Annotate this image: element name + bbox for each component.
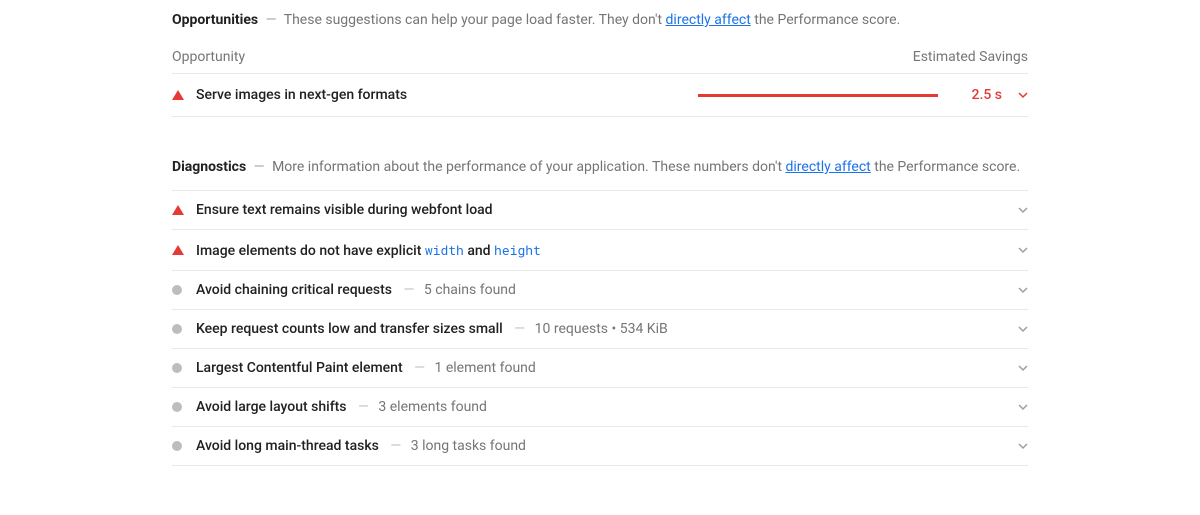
opportunities-desc-post: the Performance score.	[751, 12, 900, 28]
opportunities-header: Opportunities — These suggestions can he…	[172, 10, 1028, 31]
chevron-down-icon	[1018, 285, 1028, 295]
triangle-red-icon	[172, 90, 184, 100]
diagnostic-row[interactable]: Avoid large layout shifts — 3 elements f…	[172, 388, 1028, 427]
chevron-down-icon	[1018, 245, 1028, 255]
diagnostic-detail: 5 chains found	[424, 282, 516, 298]
opportunities-directly-affect-link[interactable]: directly affect	[666, 12, 751, 28]
dash-separator: —	[390, 438, 401, 454]
savings-value: 2.5 s	[944, 87, 1002, 103]
diagnostics-directly-affect-link[interactable]: directly affect	[786, 159, 871, 175]
expand-chevron-col	[1008, 90, 1028, 100]
diagnostic-row[interactable]: Avoid chaining critical requests — 5 cha…	[172, 271, 1028, 310]
diagnostic-detail: 1 element found	[435, 360, 536, 376]
diagnostic-title: Largest Contentful Paint element	[196, 360, 403, 376]
opportunities-column-headers: Opportunity Estimated Savings	[172, 43, 1028, 73]
chevron-down-icon	[1018, 324, 1028, 334]
diagnostic-title: Ensure text remains visible during webfo…	[196, 202, 493, 218]
dot-gray-icon	[172, 363, 182, 373]
diagnostic-row[interactable]: Largest Contentful Paint element — 1 ele…	[172, 349, 1028, 388]
code-height: height	[494, 241, 541, 259]
opportunities-title: Opportunities	[172, 12, 258, 28]
diagnostic-title: Avoid chaining critical requests	[196, 282, 392, 298]
diagnostic-detail: 3 elements found	[378, 399, 487, 415]
diagnostics-desc-post: the Performance score.	[871, 159, 1020, 175]
diagnostic-row[interactable]: Ensure text remains visible during webfo…	[172, 191, 1028, 230]
col-header-savings: Estimated Savings	[913, 49, 1028, 65]
diagnostic-title-pre: Image elements do not have explicit	[196, 243, 425, 259]
dot-gray-icon	[172, 402, 182, 412]
opportunity-row[interactable]: Serve images in next-gen formats 2.5 s	[172, 74, 1028, 117]
chevron-down-icon	[1018, 441, 1028, 451]
diagnostic-detail: 10 requests • 534 KiB	[535, 321, 668, 337]
dash-separator: —	[254, 159, 265, 175]
diagnostics-title: Diagnostics	[172, 159, 246, 175]
dash-separator: —	[403, 282, 414, 298]
diagnostic-row[interactable]: Keep request counts low and transfer siz…	[172, 310, 1028, 349]
dash-separator: —	[358, 399, 369, 415]
diagnostics-header: Diagnostics — More information about the…	[172, 157, 1028, 178]
diagnostic-detail: 3 long tasks found	[411, 438, 526, 454]
diagnostics-desc-pre: More information about the performance o…	[272, 159, 785, 175]
dot-gray-icon	[172, 285, 182, 295]
dot-gray-icon	[172, 324, 182, 334]
diagnostic-row[interactable]: Avoid long main-thread tasks — 3 long ta…	[172, 427, 1028, 466]
diagnostic-title: Avoid long main-thread tasks	[196, 438, 379, 454]
code-width: width	[425, 241, 464, 259]
severity-icon-col	[172, 90, 196, 100]
chevron-down-icon	[1018, 363, 1028, 373]
diagnostic-title: Avoid large layout shifts	[196, 399, 347, 415]
dash-separator: —	[414, 360, 425, 376]
dot-gray-icon	[172, 441, 182, 451]
col-header-opportunity: Opportunity	[172, 49, 245, 65]
savings-bar-wrap	[698, 94, 938, 97]
dash-separator: —	[514, 321, 525, 337]
chevron-down-icon	[1018, 402, 1028, 412]
chevron-down-icon	[1018, 205, 1028, 215]
chevron-down-icon	[1018, 90, 1028, 100]
triangle-red-icon	[172, 245, 184, 255]
diagnostic-title: Keep request counts low and transfer siz…	[196, 321, 503, 337]
opportunity-title: Serve images in next-gen formats	[196, 87, 698, 103]
diagnostic-title-mid: and	[464, 243, 494, 259]
savings-bar	[698, 94, 938, 97]
triangle-red-icon	[172, 205, 184, 215]
opportunities-desc-pre: These suggestions can help your page loa…	[284, 12, 666, 28]
dash-separator: —	[266, 12, 277, 28]
diagnostic-row[interactable]: Image elements do not have explicit widt…	[172, 230, 1028, 271]
